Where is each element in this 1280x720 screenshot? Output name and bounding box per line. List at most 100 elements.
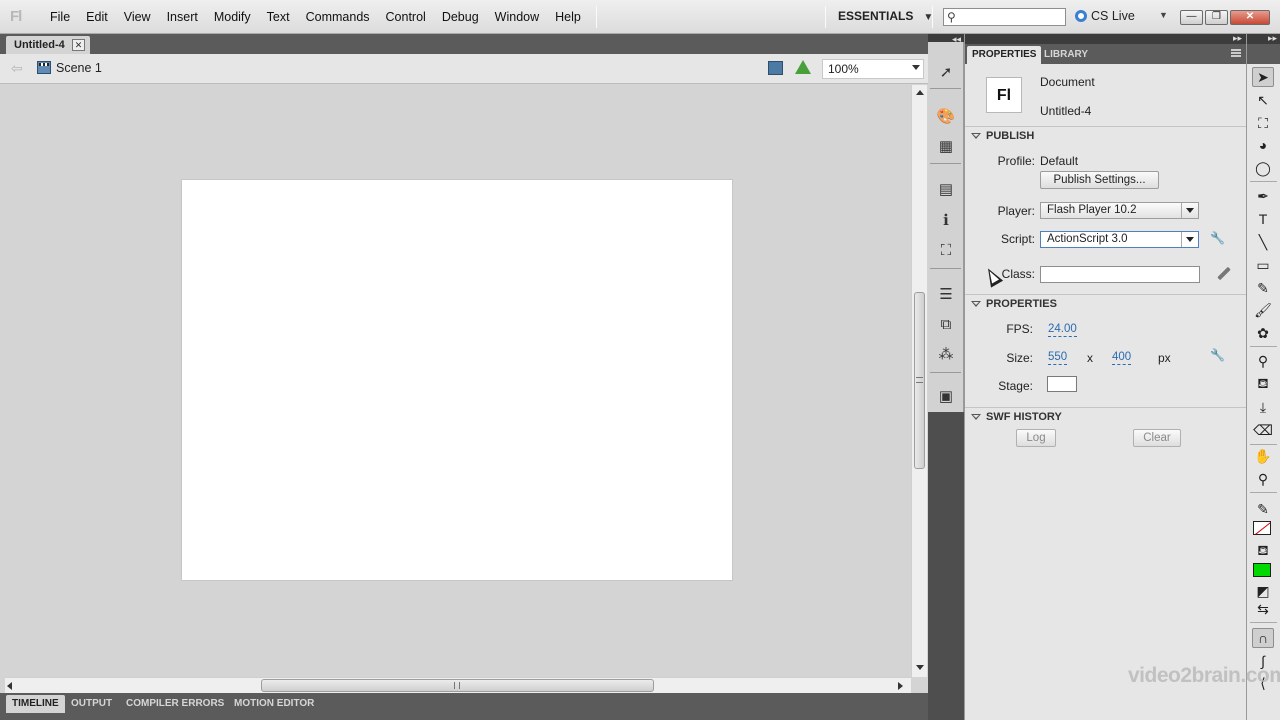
script-select[interactable]: ActionScript 3.0 [1040, 231, 1199, 248]
tab-timeline[interactable]: TIMELINE [6, 695, 65, 713]
scroll-thumb[interactable] [261, 679, 654, 692]
class-field[interactable] [1040, 266, 1200, 283]
menu-modify[interactable]: Modify [206, 0, 259, 34]
menu-debug[interactable]: Debug [434, 0, 487, 34]
brush-tool-icon[interactable]: 🖌 [1252, 300, 1274, 320]
menu-text[interactable]: Text [259, 0, 298, 34]
stage-color-swatch[interactable] [1047, 376, 1077, 392]
pen-tool-icon[interactable]: ✒ [1252, 186, 1274, 206]
scroll-right-arrow-icon[interactable] [898, 682, 903, 690]
3d-rotation-tool-icon[interactable]: ◕ [1252, 135, 1274, 155]
components-icon[interactable]: ⧉ [936, 314, 956, 334]
clear-button[interactable]: Clear [1133, 429, 1181, 447]
search-input[interactable]: ⚲ [943, 8, 1066, 26]
publish-settings-button[interactable]: Publish Settings... [1040, 171, 1159, 189]
vertical-scrollbar[interactable] [911, 85, 927, 677]
scroll-left-arrow-icon[interactable] [7, 682, 12, 690]
menu-control[interactable]: Control [378, 0, 434, 34]
eraser-tool-icon[interactable]: ⌫ [1252, 420, 1274, 440]
section-swf-history[interactable]: SWF HISTORY [965, 407, 1247, 425]
text-tool-icon[interactable]: T [1252, 209, 1274, 229]
code-snippets-icon[interactable]: ☰ [936, 284, 956, 304]
menu-file[interactable]: File [42, 0, 78, 34]
section-properties[interactable]: PROPERTIES [965, 294, 1247, 312]
bone-tool-icon[interactable]: ⚲ [1252, 351, 1274, 371]
expand-triangle-icon [971, 301, 981, 307]
cs-live-button[interactable]: CS Live [1075, 9, 1135, 23]
section-publish[interactable]: PUBLISH [965, 126, 1247, 144]
lasso-tool-icon[interactable]: ◯ [1252, 158, 1274, 178]
wrench-icon[interactable]: 🔧 [1210, 231, 1225, 245]
project-icon[interactable]: ▣ [936, 386, 956, 406]
tab-properties[interactable]: PROPERTIES [967, 46, 1042, 64]
dock-divider [930, 88, 961, 89]
log-button[interactable]: Log [1016, 429, 1056, 447]
rectangle-tool-icon[interactable]: ▭ [1252, 255, 1274, 275]
tab-output[interactable]: OUTPUT [65, 695, 118, 713]
tab-library[interactable]: LIBRARY [1039, 46, 1093, 64]
player-select[interactable]: Flash Player 10.2 [1040, 202, 1199, 219]
wrench-icon[interactable]: 🔧 [1210, 348, 1225, 362]
back-arrow-icon[interactable]: ⇦ [11, 60, 23, 77]
align-icon[interactable]: ▤ [936, 179, 956, 199]
edit-scene-icon[interactable] [768, 61, 783, 75]
bottom-panel-tabs: TIMELINE OUTPUT COMPILER ERRORS MOTION E… [0, 693, 928, 720]
menu-help[interactable]: Help [547, 0, 589, 34]
menu-edit[interactable]: Edit [78, 0, 116, 34]
horizontal-scrollbar[interactable] [5, 677, 911, 693]
chevron-down-icon[interactable]: ▼ [1159, 10, 1168, 20]
free-transform-tool-icon[interactable]: ⛶ [1252, 113, 1274, 133]
color-icon[interactable]: 🎨 [936, 106, 956, 126]
fps-value[interactable]: 24.00 [1048, 323, 1077, 337]
minimize-button[interactable]: — [1180, 10, 1203, 25]
menu-view[interactable]: View [116, 0, 159, 34]
swatches-icon[interactable]: ▦ [936, 136, 956, 156]
paint-bucket-tool-icon[interactable]: ⛾ [1252, 374, 1274, 394]
deco-tool-icon[interactable]: ✿ [1252, 323, 1274, 343]
snap-to-objects-icon[interactable]: ∩ [1252, 628, 1274, 648]
panel-menu-icon[interactable] [1231, 49, 1241, 57]
transform-icon[interactable]: ⛶ [936, 240, 956, 260]
eyedropper-tool-icon[interactable]: ⤓ [1252, 397, 1274, 417]
expand-arrows-icon[interactable]: ▸▸ [1268, 33, 1277, 44]
properties-panel: ▸▸ PROPERTIES LIBRARY Fl Document Untitl… [964, 33, 1247, 720]
line-tool-icon[interactable]: ╲ [1252, 232, 1274, 252]
motion-presets-icon[interactable]: ➚ [936, 62, 956, 82]
swap-colors-icon[interactable]: ⇆ [1252, 599, 1274, 619]
expand-arrows-icon[interactable]: ▸▸ [1233, 33, 1242, 44]
grip-icon [916, 377, 923, 383]
pencil-icon[interactable] [1217, 266, 1231, 281]
width-value[interactable]: 550 [1048, 351, 1068, 365]
zoom-select[interactable]: 100% [822, 59, 924, 79]
scroll-down-arrow-icon[interactable] [916, 665, 924, 670]
fill-color-swatch[interactable] [1253, 563, 1271, 577]
workspace-switcher[interactable]: ESSENTIALS ▼ [838, 9, 933, 23]
scroll-thumb[interactable] [914, 292, 925, 469]
stroke-color-swatch[interactable] [1253, 521, 1271, 535]
default-colors-icon[interactable]: ◩ [1252, 581, 1274, 601]
scroll-up-arrow-icon[interactable] [916, 90, 924, 95]
restore-button[interactable]: ❐ [1205, 10, 1228, 25]
scene-label[interactable]: Scene 1 [56, 61, 102, 75]
menu-insert[interactable]: Insert [159, 0, 206, 34]
hand-tool-icon[interactable]: ✋ [1252, 446, 1274, 466]
document-tab[interactable]: Untitled-4 ✕ [6, 36, 90, 54]
close-icon[interactable]: ✕ [72, 39, 85, 51]
menu-commands[interactable]: Commands [298, 0, 378, 34]
info-icon[interactable]: ℹ [936, 210, 956, 230]
stage[interactable] [182, 180, 732, 580]
section-publish-title: PUBLISH [986, 130, 1035, 142]
edit-symbols-icon[interactable] [795, 60, 811, 74]
tab-motion-editor[interactable]: MOTION EDITOR [228, 695, 320, 713]
close-button[interactable]: ✕ [1230, 10, 1270, 25]
tools-divider [1250, 181, 1277, 182]
stroke-color-icon: ✎ [1257, 500, 1269, 517]
selection-tool-icon[interactable]: ➤ [1252, 67, 1274, 87]
tab-compiler-errors[interactable]: COMPILER ERRORS [120, 695, 230, 713]
behaviors-icon[interactable]: ⁂ [936, 344, 956, 364]
zoom-tool-icon[interactable]: ⚲ [1252, 469, 1274, 489]
pencil-tool-icon[interactable]: ✎ [1252, 278, 1274, 298]
height-value[interactable]: 400 [1112, 351, 1132, 365]
menu-window[interactable]: Window [487, 0, 547, 34]
subselection-tool-icon[interactable]: ↖ [1252, 90, 1274, 110]
